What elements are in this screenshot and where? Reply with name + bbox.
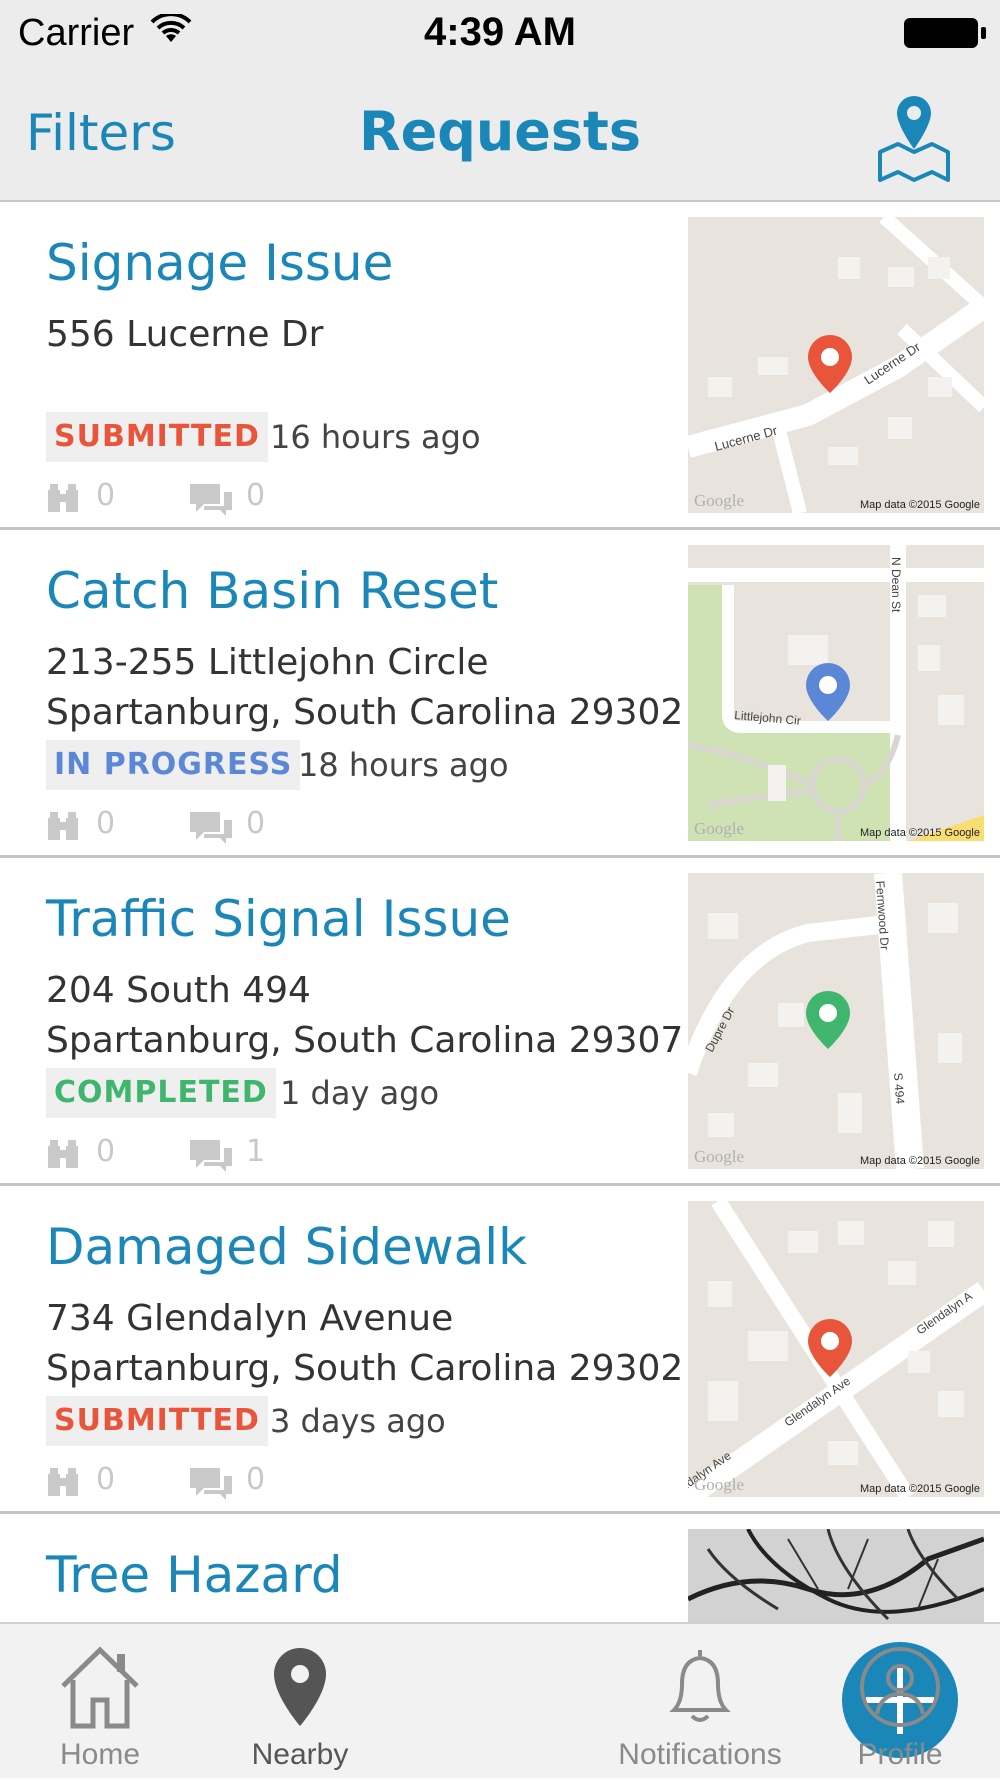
follow-count: 0 (96, 1462, 116, 1497)
binoculars-icon (48, 1468, 78, 1496)
street-label: N Dean St (889, 557, 903, 613)
tab-add[interactable] (400, 1624, 958, 1780)
tab-label: Notifications (618, 1738, 782, 1771)
status-badge: SUBMITTED (46, 412, 268, 462)
tab-label: Home (59, 1738, 141, 1771)
comment-icon (190, 1468, 232, 1500)
map-view-icon[interactable] (876, 92, 952, 184)
request-list[interactable]: Signage Issue 556 Lucerne Dr SUBMITTED 1… (0, 202, 1000, 1622)
map-credit: Map data ©2015 Google (859, 1155, 980, 1167)
request-address-line2: Spartanburg, South Carolina 29302 (46, 692, 684, 733)
request-counts: 0 0 (46, 806, 346, 846)
comment-count: 0 (246, 478, 266, 513)
map-credit: Map data ©2015 Google (859, 499, 980, 511)
comment-count: 0 (246, 806, 266, 841)
battery-icon (904, 18, 986, 48)
map-credit: Map data ©2015 Google (859, 1483, 980, 1495)
tab-home[interactable]: Home (0, 1624, 200, 1780)
request-title: Damaged Sidewalk (46, 1218, 528, 1276)
status-badge: COMPLETED (46, 1068, 276, 1118)
request-time: 1 day ago (280, 1074, 440, 1112)
clock: 4:39 AM (424, 10, 576, 54)
request-row[interactable]: Catch Basin Reset 213-255 Littlejohn Cir… (0, 530, 1000, 858)
google-logo: Google (694, 1147, 745, 1166)
comment-icon (190, 484, 232, 516)
map-thumbnail[interactable]: Glendalyn Ave Glendalyn A ndalyn Ave Goo… (688, 1201, 984, 1497)
request-title: Traffic Signal Issue (46, 890, 511, 948)
comment-icon (190, 1140, 232, 1172)
request-address-line1: 734 Glendalyn Avenue (46, 1298, 454, 1339)
google-logo: Google (694, 1475, 745, 1494)
request-title: Signage Issue (46, 234, 394, 292)
request-address-line1: 213-255 Littlejohn Circle (46, 642, 489, 683)
google-logo: Google (694, 819, 745, 838)
request-time: 18 hours ago (298, 746, 509, 784)
request-address-line1: 204 South 494 (46, 970, 311, 1011)
request-row[interactable]: Tree Hazard (0, 1514, 1000, 1622)
map-thumbnail[interactable]: Littlejohn Cir N Dean St Google Map data… (688, 545, 984, 841)
map-credit: Map data ©2015 Google (859, 827, 980, 839)
comment-count: 0 (246, 1462, 266, 1497)
request-address-line2: Spartanburg, South Carolina 29307 (46, 1020, 684, 1061)
request-row[interactable]: Signage Issue 556 Lucerne Dr SUBMITTED 1… (0, 202, 1000, 530)
location-pin-icon (274, 1648, 326, 1726)
request-title: Tree Hazard (46, 1546, 343, 1604)
request-title: Catch Basin Reset (46, 562, 499, 620)
page-title: Requests (358, 100, 642, 163)
request-row[interactable]: Damaged Sidewalk 734 Glendalyn Avenue Sp… (0, 1186, 1000, 1514)
user-icon (860, 1647, 940, 1727)
navigation-bar: Filters Requests (0, 70, 1000, 202)
comment-count: 1 (246, 1134, 266, 1169)
binoculars-icon (48, 484, 78, 512)
follow-count: 0 (96, 478, 116, 513)
tab-label: Profile (857, 1738, 943, 1771)
tab-label: Nearby (251, 1738, 349, 1771)
request-counts: 0 0 (46, 478, 346, 518)
tab-notifications[interactable]: Notifications (600, 1624, 800, 1780)
request-counts: 0 0 (46, 1462, 346, 1502)
tab-profile[interactable]: Profile (800, 1624, 1000, 1780)
request-time: 3 days ago (270, 1402, 446, 1440)
binoculars-icon (48, 812, 78, 840)
bell-icon (669, 1650, 731, 1722)
tab-nearby[interactable]: Nearby (200, 1624, 400, 1780)
comment-icon (190, 812, 232, 844)
google-logo: Google (694, 491, 745, 510)
status-badge: IN PROGRESS (46, 740, 301, 790)
request-time: 16 hours ago (270, 418, 481, 456)
follow-count: 0 (96, 806, 116, 841)
request-address-line1: 556 Lucerne Dr (46, 314, 324, 355)
photo-thumbnail[interactable] (688, 1529, 984, 1622)
map-thumbnail[interactable]: Dupre Dr Fernwood Dr S 494 Google Map da… (688, 873, 984, 1169)
tab-bar: Home Nearby Notifications Profile (0, 1622, 1000, 1778)
request-row[interactable]: Traffic Signal Issue 204 South 494 Spart… (0, 858, 1000, 1186)
home-icon (61, 1646, 139, 1729)
street-label: S 494 (891, 1072, 907, 1105)
status-bar: Carrier 4:39 AM (0, 0, 1000, 70)
binoculars-icon (48, 1140, 78, 1168)
map-thumbnail[interactable]: Lucerne Dr Lucerne Dr Google Map data ©2… (688, 217, 984, 513)
follow-count: 0 (96, 1134, 116, 1169)
request-address-line2: Spartanburg, South Carolina 29302 (46, 1348, 684, 1389)
request-counts: 0 1 (46, 1134, 346, 1174)
status-badge: SUBMITTED (46, 1396, 268, 1446)
